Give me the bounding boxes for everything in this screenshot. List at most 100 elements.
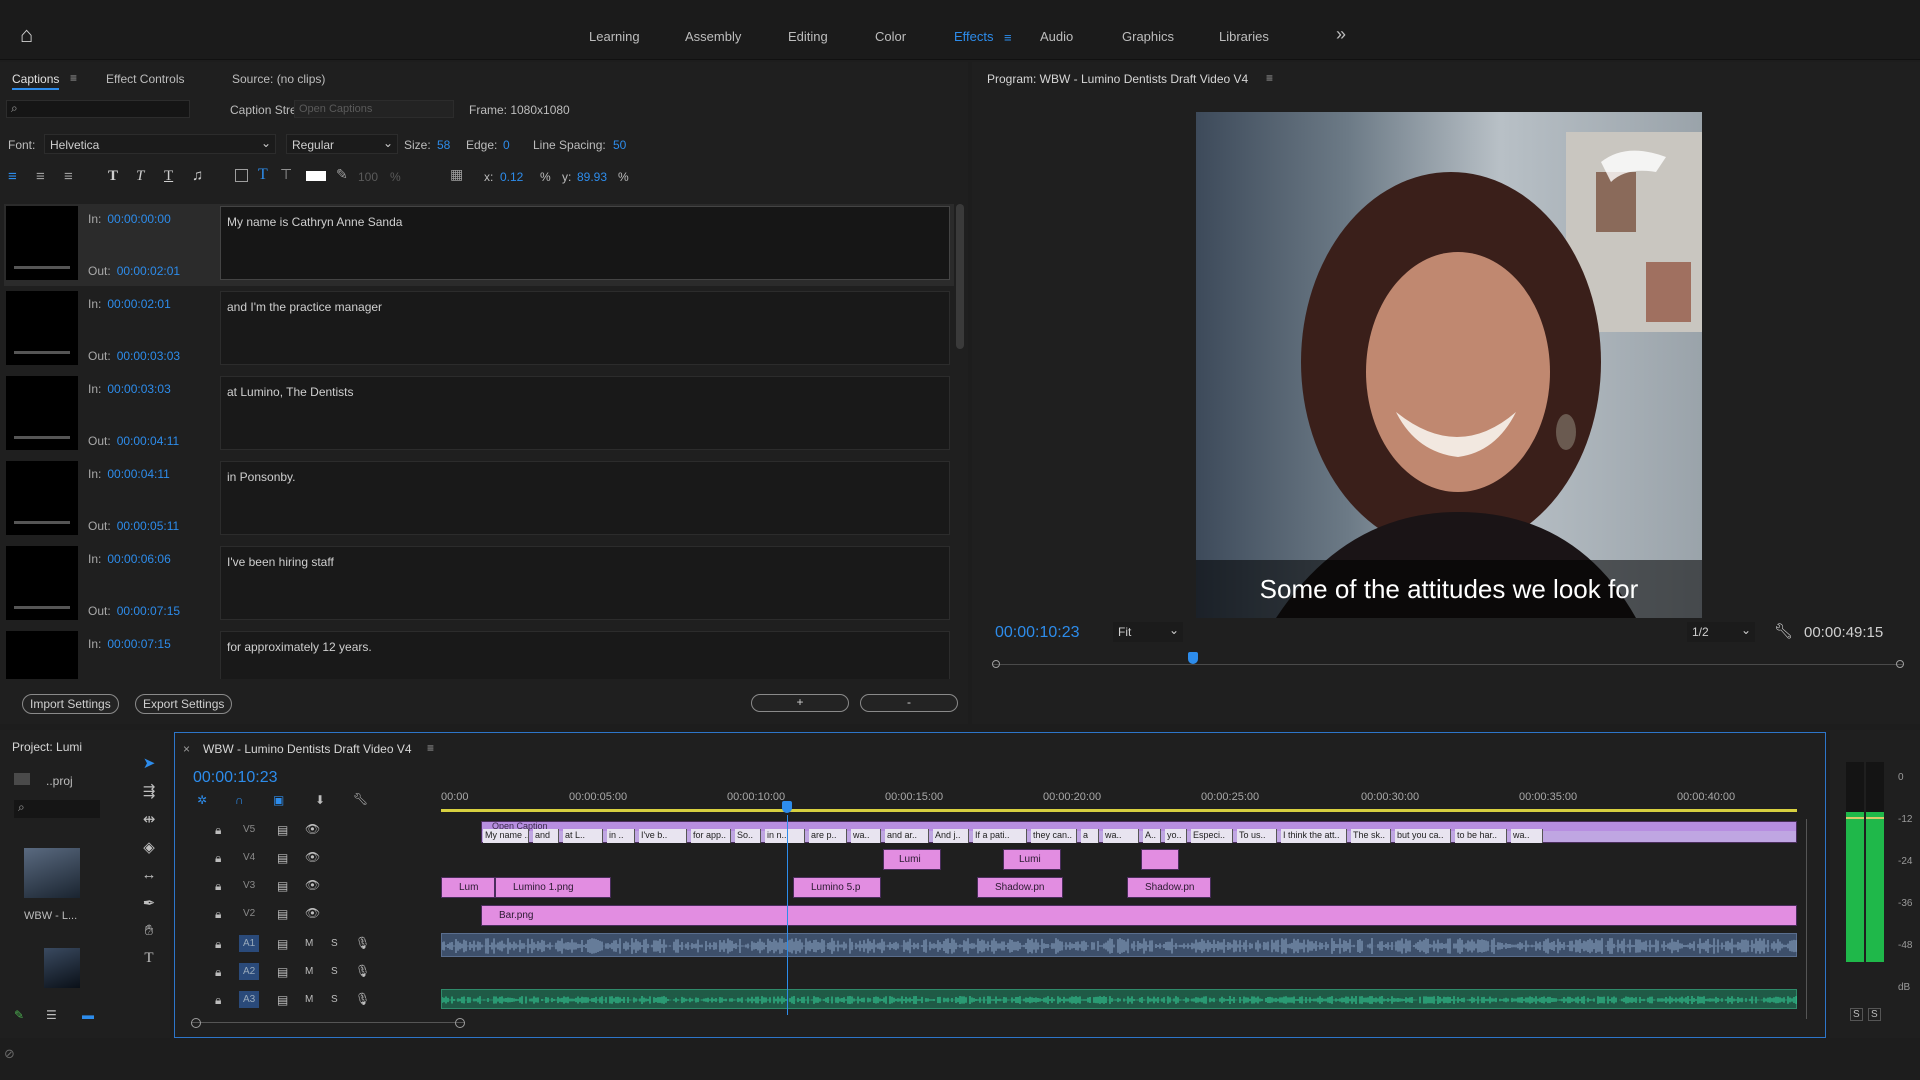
caption-segment[interactable]: If a pati..	[973, 829, 1027, 843]
x-value[interactable]: 0.12	[500, 170, 523, 184]
tab-assembly[interactable]: Assembly	[685, 29, 741, 44]
color-swatch[interactable]	[306, 171, 326, 181]
caption-row[interactable]: In: 00:00:02:01 Out: 00:00:03:03 and I'm t…	[4, 289, 954, 371]
clip-shadow[interactable]: Shadow.pn	[977, 877, 1063, 898]
hand-icon[interactable]: ✋︎	[138, 922, 160, 944]
captions-toggle-icon[interactable]: ▣	[273, 793, 284, 807]
align-right-icon[interactable]: ≡	[64, 168, 73, 185]
caption-segment[interactable]: and	[533, 829, 559, 843]
font-select[interactable]: Helvetica ⌄	[44, 134, 276, 154]
caption-segment[interactable]: And j..	[933, 829, 969, 843]
panel-menu-icon[interactable]: ≡	[1266, 71, 1273, 85]
italic-icon[interactable]: T	[136, 168, 144, 185]
text-color-icon[interactable]: T	[258, 166, 268, 184]
tab-effects[interactable]: Effects	[954, 29, 994, 44]
caption-segment[interactable]: are p..	[809, 829, 847, 843]
clip-lum[interactable]: Lum	[441, 877, 495, 898]
caption-row[interactable]: In: 00:00:07:15 for approximately 12 year…	[4, 629, 954, 679]
track-header-v5[interactable]: 🔒︎ V5 ▤ 👁︎	[215, 819, 465, 845]
clip-lumino-5[interactable]: Lumino 5.p	[793, 877, 881, 898]
track-header-a3[interactable]: 🔒︎ A3 ▤ M S 🎙︎	[215, 989, 465, 1015]
eye-icon[interactable]: 👁︎	[305, 906, 320, 920]
caption-out-time[interactable]: 00:00:02:01	[117, 264, 180, 278]
solo-left-button[interactable]: S	[1850, 1008, 1863, 1021]
sync-icon[interactable]: ▤	[277, 965, 288, 979]
caption-text[interactable]: I've been hiring staff	[220, 546, 950, 620]
linked-selection-icon[interactable]: ∩	[235, 793, 244, 807]
caption-segment[interactable]: A..	[1143, 829, 1161, 843]
list-view-icon[interactable]: ☰	[46, 1008, 57, 1022]
panel-menu-icon[interactable]: ≡	[427, 741, 434, 755]
search-input[interactable]: ⌕	[6, 100, 190, 118]
tab-editing[interactable]: Editing	[788, 29, 828, 44]
track-select-icon[interactable]: ⇶	[138, 782, 160, 804]
marker-icon[interactable]: ⬇︎	[315, 793, 325, 807]
caption-segment[interactable]: wa..	[851, 829, 881, 843]
caption-segment[interactable]: they can..	[1031, 829, 1077, 843]
caption-scrollbar[interactable]	[956, 204, 964, 349]
solo-button[interactable]: S	[331, 938, 338, 949]
underline-icon[interactable]: T	[164, 168, 173, 185]
lock-icon[interactable]: 🔒︎	[215, 907, 221, 922]
sequence-thumbnail[interactable]	[24, 848, 80, 898]
tab-effect-controls[interactable]: Effect Controls	[106, 72, 184, 86]
caption-segment[interactable]: a	[1081, 829, 1099, 843]
mute-button[interactable]: M	[305, 994, 313, 1005]
pen-icon[interactable]: ✒	[138, 894, 160, 916]
lock-icon[interactable]: 🔒︎	[215, 965, 221, 980]
caption-segment[interactable]: wa..	[1103, 829, 1139, 843]
tab-captions[interactable]: Captions	[12, 72, 60, 90]
clip-thumbnail[interactable]	[44, 948, 80, 988]
microphone-icon[interactable]: 🎙︎	[355, 992, 370, 1006]
razor-icon[interactable]: ◈	[138, 838, 160, 860]
eye-icon[interactable]: 👁︎	[305, 850, 320, 864]
lock-icon[interactable]: 🔒︎	[215, 851, 221, 866]
lock-icon[interactable]: 🔒︎	[215, 937, 221, 952]
tab-libraries[interactable]: Libraries	[1219, 29, 1269, 44]
track-header-a1[interactable]: 🔒︎ A1 ▤ M S 🎙︎	[215, 933, 465, 959]
caption-segment[interactable]: I think the att..	[1281, 829, 1347, 843]
timeline-zoom-scrollbar[interactable]	[191, 1017, 465, 1029]
caption-segment[interactable]: My name ..	[483, 829, 529, 843]
caption-segment[interactable]: for app..	[691, 829, 731, 843]
caption-segment[interactable]: in n..	[765, 829, 805, 843]
caption-out-time[interactable]: 00:00:03:03	[117, 349, 180, 363]
caption-out-time[interactable]: 00:00:05:11	[117, 519, 180, 533]
caption-out-time[interactable]: 00:00:07:15	[117, 604, 180, 618]
caption-in-time[interactable]: 00:00:03:03	[107, 382, 170, 396]
sync-icon[interactable]: ▤	[277, 879, 288, 893]
track-area[interactable]: Open Caption My name .. and at L.. in .. I'v…	[441, 815, 1797, 1015]
solo-button[interactable]: S	[331, 966, 338, 977]
caption-text[interactable]: and I'm the practice manager	[220, 291, 950, 365]
caption-row[interactable]: In: 00:00:00:00 Out: 00:00:02:01 My name i…	[4, 204, 954, 286]
caption-in-time[interactable]: 00:00:00:00	[107, 212, 170, 226]
caption-stream-select[interactable]: Open Captions	[294, 100, 454, 118]
tab-graphics[interactable]: Graphics	[1122, 29, 1174, 44]
audio-clip-a3[interactable]	[441, 989, 1797, 1009]
tab-learning[interactable]: Learning	[589, 29, 640, 44]
clip-v4[interactable]	[1141, 849, 1179, 870]
clip-shadow[interactable]: Shadow.pn	[1127, 877, 1211, 898]
caption-segment[interactable]: in ..	[607, 829, 635, 843]
export-settings-button[interactable]: Export Settings	[135, 694, 233, 714]
time-ruler[interactable]	[441, 783, 1797, 812]
eyedropper-icon[interactable]: ✎	[336, 166, 348, 183]
clip-bar-png[interactable]: Bar.png	[481, 905, 1797, 926]
style-select[interactable]: Regular ⌄	[286, 134, 398, 154]
caption-segment[interactable]: yo..	[1165, 829, 1187, 843]
microphone-icon[interactable]: 🎙︎	[355, 936, 370, 950]
caption-in-time[interactable]: 00:00:02:01	[107, 297, 170, 311]
size-value[interactable]: 58	[437, 138, 450, 152]
selection-tool-icon[interactable]: ➤	[138, 754, 160, 776]
close-icon[interactable]: ×	[183, 742, 190, 756]
solo-right-button[interactable]: S	[1868, 1008, 1881, 1021]
sync-icon[interactable]: ▤	[277, 907, 288, 921]
lock-icon[interactable]: 🔒︎	[215, 993, 221, 1008]
sync-icon[interactable]: ▤	[277, 993, 288, 1007]
playhead-handle[interactable]	[782, 801, 792, 813]
tab-source[interactable]: Source: (no clips)	[232, 72, 325, 86]
import-settings-button[interactable]: Import Settings	[22, 694, 119, 714]
caption-row[interactable]: In: 00:00:06:06 Out: 00:00:07:15 I've been…	[4, 544, 954, 626]
mute-button[interactable]: M	[305, 966, 313, 977]
panel-menu-icon[interactable]: ≡	[70, 71, 77, 85]
